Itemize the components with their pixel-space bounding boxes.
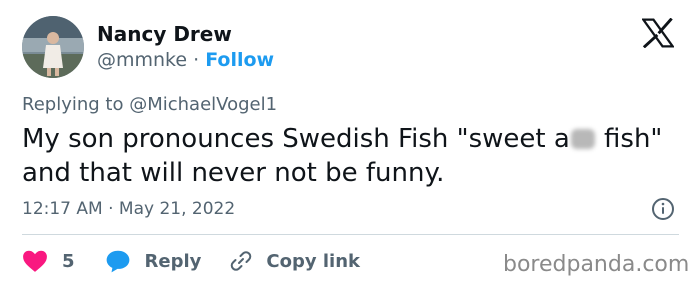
author-name[interactable]: Nancy Drew [97, 22, 232, 46]
avatar[interactable] [22, 16, 84, 78]
like-count: 5 [62, 250, 75, 272]
divider [22, 234, 679, 235]
tweet-date: May 21, 2022 [118, 199, 236, 219]
tweet-card: Nancy Drew @mmnke · Follow Replying to @… [0, 0, 700, 287]
author-meta: @mmnke · Follow [97, 49, 274, 71]
reply-mention-link[interactable]: @MichaelVogel1 [129, 94, 277, 115]
tweet-text: My son pronounces Swedish Fish "sweet a … [22, 122, 682, 190]
timestamp-separator: · [108, 199, 114, 219]
tweet-text-start: My son pronounces Swedish Fish "sweet a [22, 124, 570, 154]
tweet-time: 12:17 AM [22, 199, 103, 219]
heart-icon [22, 249, 48, 273]
copy-link-button[interactable]: Copy link [229, 249, 360, 273]
censor-blur [570, 129, 595, 149]
action-bar: 5 Reply Copy link [22, 246, 360, 276]
reply-label: Reply [144, 250, 202, 272]
follow-button[interactable]: Follow [205, 49, 274, 71]
author-handle[interactable]: @mmnke [97, 49, 187, 71]
tweet-timestamp[interactable]: 12:17 AM · May 21, 2022 [22, 199, 235, 219]
info-icon[interactable] [651, 197, 675, 221]
watermark: boredpanda.com [503, 252, 690, 277]
reply-button[interactable]: Reply [105, 249, 202, 273]
copy-link-label: Copy link [266, 250, 360, 272]
replying-to: Replying to @MichaelVogel1 [22, 94, 277, 115]
avatar-photo [22, 16, 84, 78]
replying-to-label: Replying to [22, 94, 124, 115]
x-logo-icon[interactable] [642, 18, 674, 48]
handle-separator: · [193, 49, 200, 71]
like-button[interactable]: 5 [22, 249, 75, 273]
link-icon [229, 249, 253, 273]
speech-bubble-icon [105, 249, 131, 273]
